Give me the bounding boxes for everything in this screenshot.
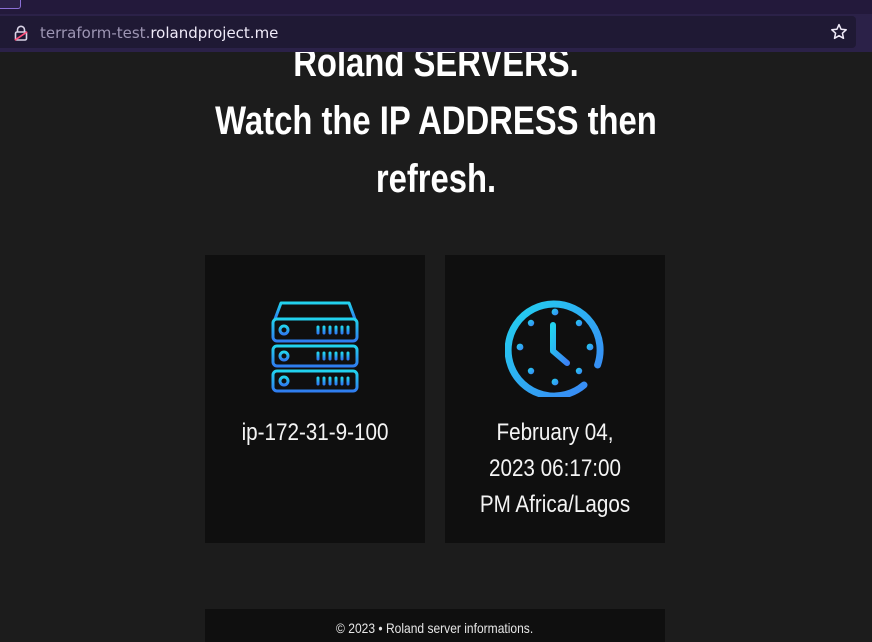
server-card: ip-172-31-9-100 [205,255,425,543]
headline-line-2: Watch the IP ADDRESS then [215,99,657,143]
page-headline: Roland SERVERS. Watch the IP ADDRESS the… [78,52,793,208]
page-footer: © 2023 • Roland server informations. [205,609,665,642]
headline-line-3: refresh. [375,157,497,201]
url-subdomain: terraform-test. [40,24,151,42]
url-text[interactable]: terraform-test.rolandproject.me [40,24,278,42]
lock-icon[interactable] [14,25,28,41]
browser-tab-strip [0,0,872,14]
server-hostname: ip-172-31-9-100 [241,419,389,446]
clock-icon [505,300,604,397]
page-content: Roland SERVERS. Watch the IP ADDRESS the… [0,52,872,642]
bookmark-star-icon[interactable] [830,23,848,41]
datetime-line-3: PM Africa/Lagos [479,491,631,518]
datetime-line-2: 2023 06:17:00 [488,455,621,482]
browser-toolbar: terraform-test.rolandproject.me [0,14,872,52]
footer-text: © 2023 • Roland server informations. [336,620,534,636]
url-domain: rolandproject.me [150,24,279,42]
datetime-line-1: February 04, [496,419,614,446]
clock-card: February 04, 2023 06:17:00 PM Africa/Lag… [445,255,665,543]
headline-line-1: Roland SERVERS. [293,52,579,85]
browser-tab[interactable] [0,0,21,9]
server-icon [271,301,359,393]
address-bar[interactable]: terraform-test.rolandproject.me [0,16,856,48]
server-datetime: February 04, 2023 06:17:00 PM Africa/Lag… [460,415,649,523]
